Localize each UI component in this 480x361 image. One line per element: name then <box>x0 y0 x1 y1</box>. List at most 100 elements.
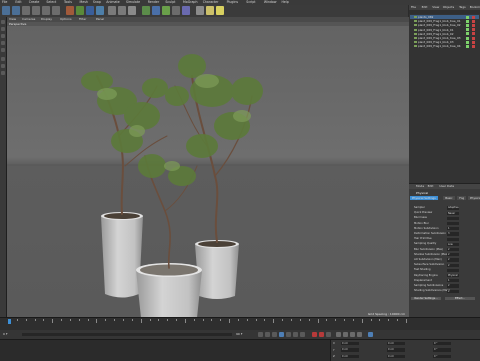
material-tag-icon[interactable] <box>472 40 475 44</box>
visibility-check-icon[interactable] <box>466 32 469 36</box>
record-icon[interactable] <box>312 332 317 337</box>
attribute-tab-physical-settings[interactable]: Physical Settings <box>410 196 438 200</box>
attribute-menu-edit[interactable]: Edit <box>428 184 434 189</box>
light-icon[interactable] <box>216 6 224 15</box>
render-view-icon[interactable] <box>108 6 116 15</box>
attribute-value[interactable]: 2 <box>447 247 459 252</box>
attribute-value[interactable]: 1 <box>447 279 459 283</box>
visibility-check-icon[interactable] <box>466 19 469 23</box>
visibility-check-icon[interactable] <box>466 15 469 19</box>
attribute-value[interactable]: 2 <box>447 253 459 257</box>
go-to-end-icon[interactable] <box>300 332 305 337</box>
z-axis-icon[interactable] <box>86 6 94 15</box>
material-tag-icon[interactable] <box>472 32 475 36</box>
material-tag-icon[interactable] <box>472 36 475 40</box>
position-key-icon[interactable] <box>336 332 341 337</box>
coordinate-pos-field[interactable]: 0 cm <box>341 354 359 359</box>
next-frame-icon[interactable] <box>286 332 291 337</box>
rotation-key-icon[interactable] <box>350 332 355 337</box>
attribute-tab-physical[interactable]: Physical <box>468 196 480 200</box>
material-tag-icon[interactable] <box>472 15 475 19</box>
coordinate-size-field[interactable]: 0 cm <box>387 341 405 346</box>
attribute-value[interactable] <box>447 221 459 226</box>
attribute-value[interactable] <box>447 216 459 220</box>
deformer-icon[interactable] <box>182 6 190 15</box>
attribute-tab-fog[interactable]: Fog <box>457 196 467 200</box>
frame-range-slider[interactable] <box>22 333 232 336</box>
end-frame[interactable]: 90 F <box>236 332 243 336</box>
texture-mode-icon[interactable] <box>1 27 5 31</box>
workplane-icon[interactable] <box>1 71 5 75</box>
model-mode-icon[interactable] <box>1 20 5 24</box>
points-mode-icon[interactable] <box>1 34 5 38</box>
attribute-value[interactable]: Low <box>447 242 459 246</box>
x-axis-icon[interactable] <box>66 6 74 15</box>
attribute-value[interactable]: Physical <box>447 273 459 278</box>
cube-icon[interactable] <box>142 6 150 15</box>
polygons-mode-icon[interactable] <box>1 48 5 52</box>
scene-icon[interactable] <box>196 6 204 15</box>
parameter-key-icon[interactable] <box>357 332 362 337</box>
material-tag-icon[interactable] <box>472 44 475 48</box>
snap-icon[interactable] <box>1 64 5 68</box>
attribute-value[interactable]: 2 <box>447 289 459 293</box>
edit-render-settings-icon[interactable] <box>128 6 136 15</box>
scale-key-icon[interactable] <box>343 332 348 337</box>
redo-icon[interactable] <box>12 6 20 15</box>
timeline-settings-icon[interactable] <box>368 332 373 337</box>
spline-icon[interactable] <box>152 6 160 15</box>
attribute-value[interactable] <box>447 237 459 241</box>
timeline[interactable] <box>0 317 480 331</box>
render-picture-viewer-icon[interactable] <box>118 6 126 15</box>
visibility-check-icon[interactable] <box>466 28 469 32</box>
previous-frame-icon[interactable] <box>272 332 277 337</box>
visibility-check-icon[interactable] <box>466 40 469 44</box>
autokey-icon[interactable] <box>319 332 324 337</box>
attribute-button-1[interactable]: Effect... <box>445 296 475 301</box>
keyframe-selection-icon[interactable] <box>326 332 331 337</box>
array-icon[interactable] <box>172 6 180 15</box>
previous-key-icon[interactable] <box>265 332 270 337</box>
undo-icon[interactable] <box>2 6 10 15</box>
attribute-value[interactable]: Never <box>447 211 459 215</box>
visibility-check-icon[interactable] <box>466 36 469 40</box>
y-axis-icon[interactable] <box>76 6 84 15</box>
start-frame[interactable]: 0 F <box>3 332 8 336</box>
coordinate-size-field[interactable]: 0 cm <box>387 348 405 352</box>
play-icon[interactable] <box>279 332 284 337</box>
coordinate-rot-field[interactable]: 0 ° <box>433 354 451 359</box>
edges-mode-icon[interactable] <box>1 41 5 45</box>
material-tag-icon[interactable] <box>472 19 475 23</box>
material-tag-icon[interactable] <box>472 23 475 27</box>
attribute-tab-basic[interactable]: Basic <box>443 196 455 200</box>
attribute-value[interactable]: 2 <box>447 258 459 262</box>
material-manager[interactable] <box>0 339 330 361</box>
go-to-start-icon[interactable] <box>258 332 263 337</box>
select-icon[interactable] <box>22 6 30 15</box>
coordinate-size-field[interactable]: 0 cm <box>387 354 405 359</box>
attribute-value[interactable]: 2 <box>447 284 459 288</box>
axis-mode-icon[interactable] <box>1 57 5 61</box>
next-key-icon[interactable] <box>293 332 298 337</box>
attribute-value[interactable]: 2 <box>447 263 459 267</box>
coordinate-pos-field[interactable]: 0 cm <box>341 348 359 352</box>
coordinate-rot-field[interactable]: 0 ° <box>433 341 451 346</box>
timeline-ruler[interactable] <box>8 319 408 324</box>
nurbs-icon[interactable] <box>162 6 170 15</box>
coordinate-pos-field[interactable]: 0 cm <box>341 341 359 346</box>
attribute-value[interactable]: 1 <box>447 227 459 231</box>
viewport[interactable]: View Cameras Display Options Filter Panel Per… <box>7 17 409 317</box>
object-row[interactable]: plant_069_Frag1_blob_tree_04 <box>410 44 479 48</box>
attribute-value[interactable] <box>447 268 459 272</box>
attribute-menu-mode[interactable]: Mode <box>416 184 424 189</box>
rotate-icon[interactable] <box>52 6 60 15</box>
attribute-button-0[interactable]: Render Settings... <box>411 296 441 301</box>
coordinate-rot-field[interactable]: 0 ° <box>433 348 451 352</box>
attribute-value[interactable]: Adaptive <box>447 206 459 210</box>
attribute-value[interactable]: 3 <box>447 232 459 236</box>
attribute-menu-user-data[interactable]: User Data <box>439 184 454 189</box>
coordinate-system-icon[interactable] <box>96 6 104 15</box>
current-frame-marker[interactable] <box>8 319 11 324</box>
camera-icon[interactable] <box>206 6 214 15</box>
move-icon[interactable] <box>32 6 40 15</box>
